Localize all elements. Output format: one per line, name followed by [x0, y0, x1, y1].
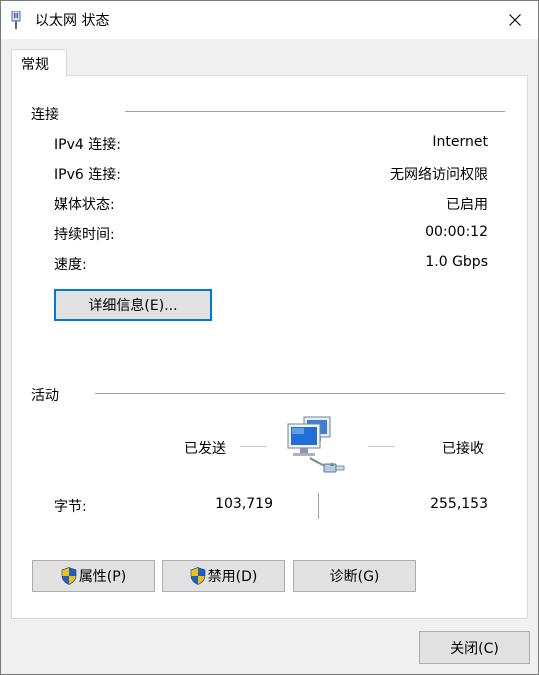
connection-group-label: 连接 [31, 107, 59, 123]
received-label: 已接收 [442, 441, 484, 457]
close-button[interactable]: 关闭(C) [419, 631, 530, 664]
window-title: 以太网 状态 [35, 13, 110, 29]
tab-general[interactable]: 常规 [11, 49, 67, 76]
ipv4-label: IPv4 连接: [54, 137, 121, 153]
activity-group-divider [95, 393, 505, 394]
media-state-label: 媒体状态: [54, 197, 115, 213]
duration-label: 持续时间: [54, 227, 115, 243]
bytes-received-value: 255,153 [430, 496, 488, 512]
bytes-divider [318, 493, 319, 519]
connection-group-divider [125, 111, 505, 112]
media-state-value: 已启用 [446, 197, 488, 213]
received-line [368, 446, 395, 447]
properties-button-label: 属性(P) [78, 569, 127, 585]
details-button[interactable]: 详细信息(E)... [54, 289, 212, 321]
diagnose-button[interactable]: 诊断(G) [293, 560, 416, 592]
properties-button[interactable]: 属性(P) [32, 560, 155, 592]
bytes-sent-value: 103,719 [215, 496, 273, 512]
speed-value: 1.0 Gbps [425, 254, 488, 270]
ethernet-status-window: 以太网 状态 常规 连接 IPv4 连接: Internet IPv6 连接: … [0, 0, 539, 675]
close-window-button[interactable] [492, 1, 538, 39]
network-computers-icon [287, 416, 345, 473]
ipv4-value: Internet [432, 134, 488, 150]
bytes-label: 字节: [54, 499, 87, 515]
uac-shield-icon [61, 567, 77, 585]
disable-button[interactable]: 禁用(D) [162, 560, 285, 592]
activity-group-label: 活动 [31, 388, 59, 404]
close-icon [509, 14, 521, 26]
uac-shield-icon [190, 567, 205, 585]
ipv6-label: IPv6 连接: [54, 167, 121, 183]
general-panel: 连接 IPv4 连接: Internet IPv6 连接: 无网络访问权限 媒体… [11, 75, 528, 619]
duration-value: 00:00:12 [425, 224, 488, 240]
title-bar[interactable]: 以太网 状态 [1, 1, 538, 39]
sent-line [240, 446, 267, 447]
sent-label: 已发送 [184, 441, 226, 457]
ipv6-value: 无网络访问权限 [390, 167, 488, 183]
network-adapter-icon [11, 11, 21, 29]
disable-button-label: 禁用(D) [207, 569, 258, 585]
tab-general-label: 常规 [21, 57, 49, 73]
speed-label: 速度: [54, 257, 87, 273]
